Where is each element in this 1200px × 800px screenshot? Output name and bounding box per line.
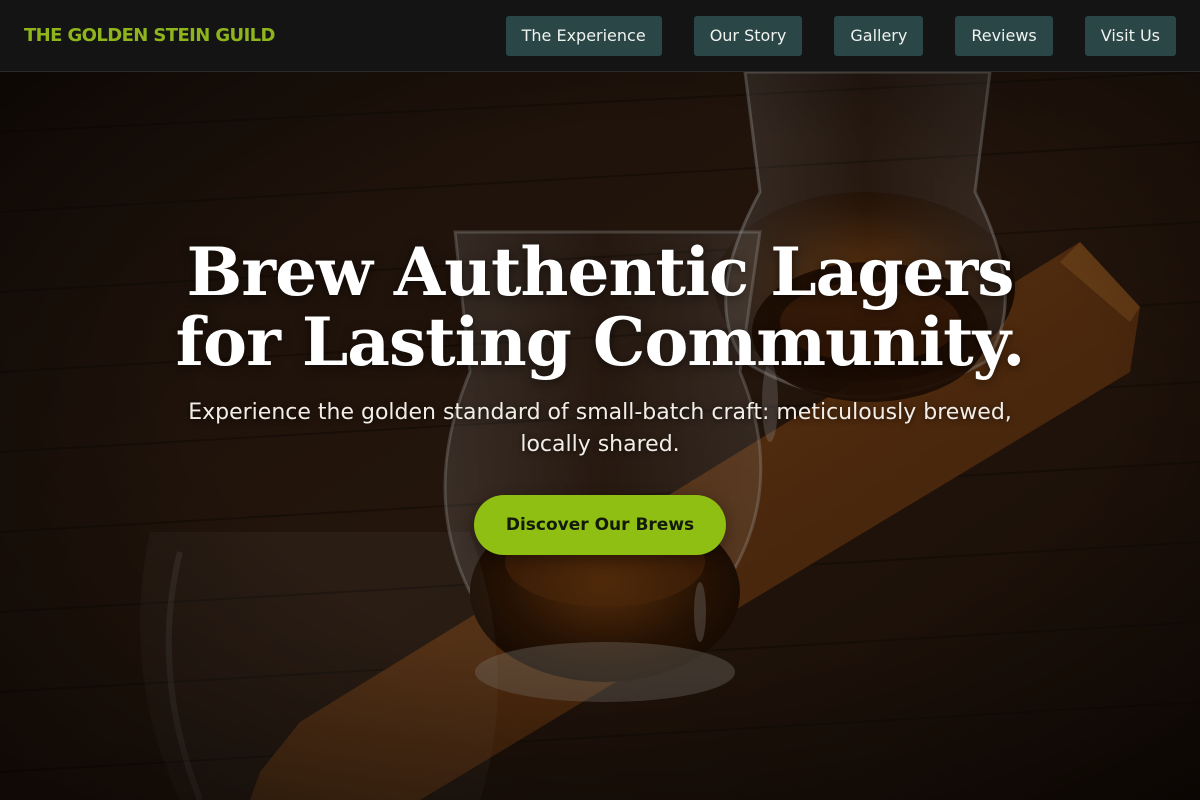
main-nav: The Experience Our Story Gallery Reviews…	[505, 15, 1176, 56]
hero-section: Brew Authentic Lagers for Lasting Commun…	[0, 72, 1200, 800]
site-header: THE GOLDEN STEIN GUILD The Experience Ou…	[0, 0, 1200, 72]
hero-subtitle: Experience the golden standard of small-…	[188, 400, 1012, 457]
discover-brews-button[interactable]: Discover Our Brews	[473, 495, 727, 555]
hero-title-line-1: Brew Authentic Lagers	[186, 233, 1015, 311]
hero-title: Brew Authentic Lagers for Lasting Commun…	[150, 237, 1050, 377]
nav-reviews[interactable]: Reviews	[955, 15, 1053, 56]
hero-content: Brew Authentic Lagers for Lasting Commun…	[0, 237, 1200, 555]
hero-title-line-2: for Lasting Community.	[175, 303, 1026, 381]
nav-visit-us[interactable]: Visit Us	[1084, 15, 1176, 56]
nav-the-experience[interactable]: The Experience	[505, 15, 662, 56]
nav-our-story[interactable]: Our Story	[693, 15, 803, 56]
brand-logo[interactable]: THE GOLDEN STEIN GUILD	[24, 25, 275, 46]
nav-gallery[interactable]: Gallery	[834, 15, 924, 56]
